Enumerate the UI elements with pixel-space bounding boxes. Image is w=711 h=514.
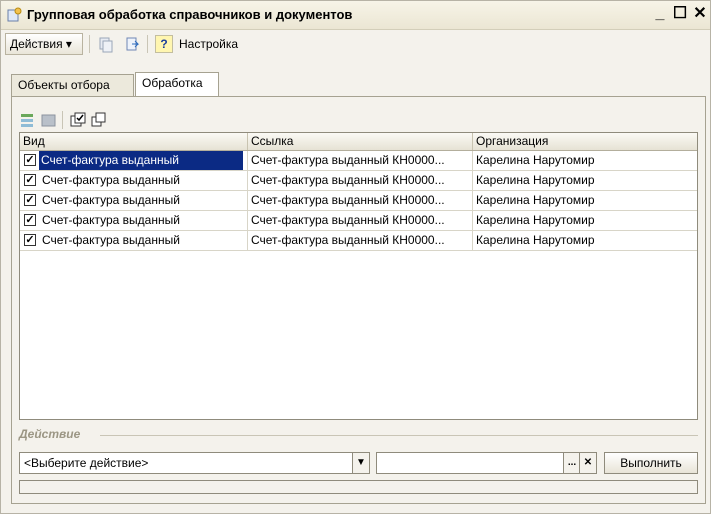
table-row[interactable]: Счет-фактура выданный ✓ Счет-фактура выд… bbox=[20, 171, 697, 191]
copy-icon[interactable] bbox=[97, 35, 115, 53]
organization-cell: Карелина Нарутомир bbox=[476, 193, 595, 207]
check-all-icon[interactable] bbox=[69, 111, 87, 129]
app-window: Групповая обработка справочников и докум… bbox=[0, 0, 711, 514]
toolbar-separator bbox=[147, 35, 148, 53]
uncheck-all-icon[interactable] bbox=[90, 111, 108, 129]
link-cell: Счет-фактура выданный КН0000... bbox=[248, 151, 473, 170]
kind-cell: Счет-фактура выданный bbox=[20, 171, 248, 190]
settings-button[interactable]: Настройка bbox=[179, 37, 238, 51]
window-title: Групповая обработка справочников и докум… bbox=[27, 7, 353, 22]
link-cell: Счет-фактура выданный КН0000... bbox=[248, 211, 473, 230]
column-kind[interactable]: Вид bbox=[20, 133, 248, 150]
link-cell: Счет-фактура выданный КН0000... bbox=[248, 171, 473, 190]
choose-button[interactable]: ... bbox=[563, 453, 580, 473]
tab-filter-objects[interactable]: Объекты отбора bbox=[11, 74, 134, 96]
run-button[interactable]: Выполнить bbox=[604, 452, 698, 474]
kind-cell: Счет-фактура выданный bbox=[20, 211, 248, 230]
kind-cell: Счет-фактура выданный bbox=[20, 191, 248, 210]
section-divider bbox=[100, 435, 698, 436]
link-cell: Счет-фактура выданный КН0000... bbox=[248, 231, 473, 250]
chevron-down-icon: ▾ bbox=[65, 37, 72, 51]
column-link[interactable]: Ссылка bbox=[248, 133, 473, 150]
row-checkbox[interactable]: ✓ bbox=[24, 154, 36, 166]
close-button[interactable]: ✕ bbox=[691, 5, 709, 23]
minimize-button[interactable]: _ bbox=[651, 5, 669, 23]
action-select[interactable]: <Выберите действие> ▼ bbox=[19, 452, 370, 474]
actions-label: Действия bbox=[10, 37, 63, 51]
maximize-button[interactable]: ☐ bbox=[671, 5, 689, 23]
row-checkbox[interactable]: ✓ bbox=[24, 174, 36, 186]
table-row[interactable]: Счет-фактура выданный ✓ Счет-фактура выд… bbox=[20, 211, 697, 231]
processing-panel: Вид Ссылка Организация ✓ Счет-фактура вы… bbox=[11, 96, 706, 504]
row-checkbox[interactable]: ✓ bbox=[24, 214, 36, 226]
panel-separator bbox=[62, 111, 63, 129]
row-checkbox[interactable]: ✓ bbox=[24, 234, 36, 246]
objects-table[interactable]: Вид Ссылка Организация ✓ Счет-фактура вы… bbox=[19, 132, 698, 420]
clear-icon[interactable]: ✕ bbox=[579, 453, 596, 473]
add-rows-icon[interactable] bbox=[19, 111, 37, 129]
kind-cell: Счет-фактура выданный bbox=[39, 151, 243, 170]
row-checkbox[interactable]: ✓ bbox=[24, 194, 36, 206]
table-row[interactable]: Счет-фактура выданный ✓ Счет-фактура выд… bbox=[20, 191, 697, 211]
action-select-value: <Выберите действие> bbox=[24, 456, 149, 470]
dropdown-arrow-icon[interactable]: ▼ bbox=[352, 453, 369, 473]
action-section-label: Действие bbox=[19, 427, 81, 441]
organization-cell: Карелина Нарутомир bbox=[476, 233, 595, 247]
column-organization[interactable]: Организация bbox=[473, 133, 697, 150]
table-header: Вид Ссылка Организация bbox=[20, 133, 697, 151]
organization-cell: Карелина Нарутомир bbox=[476, 213, 595, 227]
table-row[interactable]: Счет-фактура выданный ✓ Счет-фактура выд… bbox=[20, 231, 697, 251]
kind-cell: Счет-фактура выданный bbox=[20, 231, 248, 250]
toolbar-separator bbox=[89, 35, 90, 53]
processing-icon bbox=[7, 7, 22, 22]
help-button[interactable]: ? bbox=[155, 35, 173, 53]
delete-rows-icon[interactable] bbox=[40, 111, 58, 129]
move-icon[interactable] bbox=[123, 35, 141, 53]
table-row[interactable]: ✓ Счет-фактура выданный Счет-фактура выд… bbox=[20, 151, 697, 171]
toolbar: Действия ▾ ? Настройка bbox=[1, 30, 710, 60]
title-bar: Групповая обработка справочников и докум… bbox=[1, 1, 710, 30]
organization-cell: Карелина Нарутомир bbox=[476, 153, 595, 167]
progress-bar bbox=[19, 480, 698, 494]
organization-cell: Карелина Нарутомир bbox=[476, 173, 595, 187]
link-cell: Счет-фактура выданный КН0000... bbox=[248, 191, 473, 210]
action-parameter-field[interactable]: ... ✕ bbox=[376, 452, 597, 474]
actions-menu-button[interactable]: Действия ▾ bbox=[5, 33, 83, 55]
tab-processing[interactable]: Обработка bbox=[135, 72, 219, 96]
